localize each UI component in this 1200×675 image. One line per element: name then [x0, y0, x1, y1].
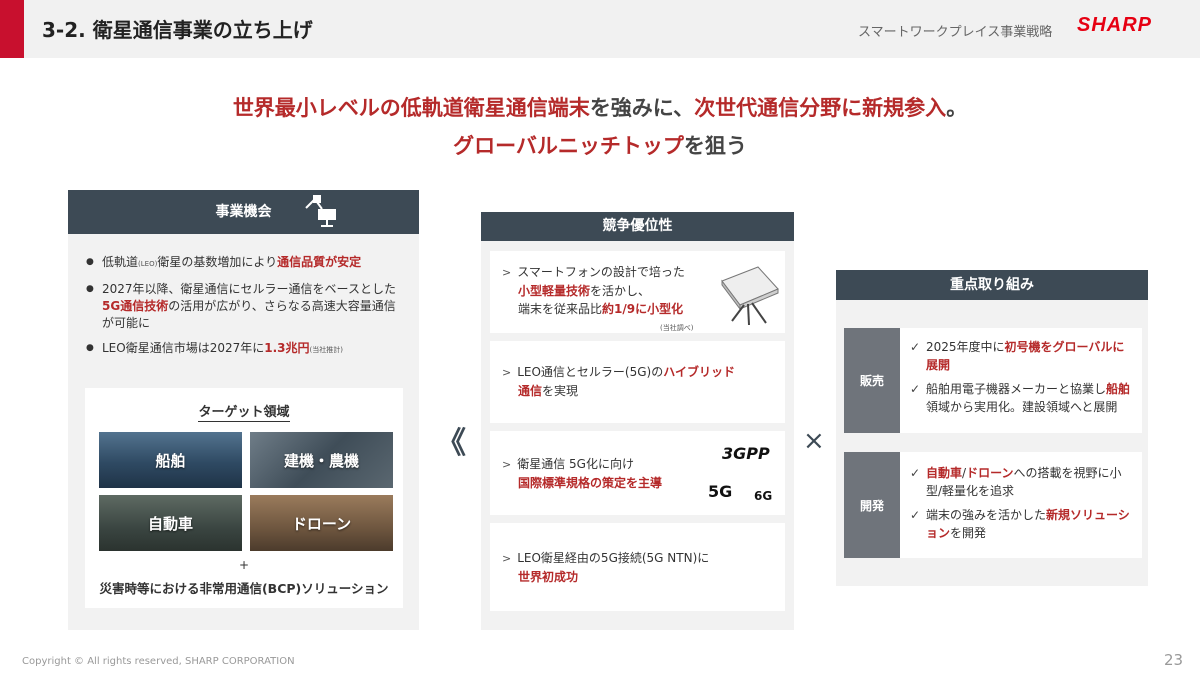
item-emphasis: 船舶: [1106, 382, 1131, 396]
satellite-dish-icon: [300, 194, 340, 246]
headline-emphasis: 世界最小レベルの低軌道衛星通信端末: [232, 96, 590, 120]
headline-text: を狙う: [683, 134, 747, 158]
header-accent: [0, 0, 24, 58]
headline-emphasis: グローバルニッチトップ: [453, 134, 684, 158]
item-text: 2025年度中に: [926, 340, 1005, 354]
headline-line1: 世界最小レベルの低軌道衛星通信端末を強みに、次世代通信分野に新規参入。: [0, 92, 1200, 122]
item-emphasis: ドローン: [966, 466, 1014, 480]
card-emphasis: ハイブリッド: [663, 365, 735, 379]
target-tile-ship: 船舶: [99, 432, 242, 488]
card-emphasis: 国際標準規格の策定を主導: [518, 476, 663, 490]
sales-list: 2025年度中に初号機をグローバルに展開 船舶用電子機器メーカーと協業し船舶領域…: [908, 338, 1136, 416]
list-item: 2025年度中に初号機をグローバルに展開: [908, 338, 1136, 374]
advantage-card-1: > スマートフォンの設計で培った 小型軽量技術を活かし、 端末を従来品比約1/9に…: [490, 251, 785, 333]
list-item: LEO衛星通信市場は2027年に1.3兆円(当社推計): [86, 340, 406, 359]
card-text: を活かし、: [590, 284, 651, 298]
bullet-text: 衛星の基数増加により: [157, 255, 278, 269]
chevron-right-icon: >: [502, 458, 512, 471]
tile-label: 船舶: [155, 451, 186, 470]
advantage-card-3: > 衛星通信 5G化に向け 国際標準規格の策定を主導 3GPP 5G 6G: [490, 431, 785, 515]
headline-text: 。: [946, 96, 968, 120]
6g-logo: 6G: [754, 489, 773, 503]
satellite-terminal-image: [721, 266, 779, 326]
bullet-text: 2027年以降、衛星通信にセルラー通信をベースとした: [102, 282, 396, 296]
target-tile-drone: ドローン: [250, 495, 393, 551]
opportunity-header: 事業機会: [68, 190, 419, 234]
advantage-card-4: > LEO衛星経由の5G接続(5G NTN)に 世界初成功: [490, 523, 785, 611]
bullet-text: 低軌道: [102, 255, 139, 269]
item-text: 領域から実用化。建設領域へと展開: [926, 400, 1118, 414]
target-title-text: ターゲット領域: [198, 405, 290, 422]
development-label: 開発: [844, 452, 900, 558]
target-title: ターゲット領域: [85, 401, 403, 422]
focus-title: 重点取り組み: [950, 277, 1034, 293]
bullet-text: LEO衛星通信市場は2027年に: [102, 341, 265, 355]
headline-line2: グローバルニッチトップを狙う: [0, 130, 1200, 160]
card-text: を実現: [542, 384, 579, 398]
card-emphasis: 通信: [518, 384, 543, 398]
list-item: 端末の強みを活かした新規ソリューションを開発: [908, 506, 1136, 542]
opportunity-bullets: 低軌道(LEO)衛星の基数増加により通信品質が安定 2027年以降、衛星通信にセ…: [86, 254, 406, 367]
tile-label: 建機・農機: [283, 451, 359, 470]
card-note: (当社調べ): [660, 324, 694, 332]
bullet-note: (当社推計): [309, 346, 343, 354]
headline-text: を強みに、: [589, 96, 695, 120]
bullet-note: (LEO): [138, 260, 158, 268]
cross-icon: ×: [803, 426, 825, 456]
list-item: 船舶用電子機器メーカーと協業し船舶領域から実用化。建設領域へと展開: [908, 380, 1136, 416]
headline-emphasis: 次世代通信分野に新規参入: [694, 96, 947, 120]
focus-panel: 重点取り組み 販売 2025年度中に初号機をグローバルに展開 船舶用電子機器メー…: [836, 270, 1148, 586]
list-item: 2027年以降、衛星通信にセルラー通信をベースとした5G通信技術の活用が広がり、…: [86, 281, 406, 332]
sales-card: 2025年度中に初号機をグローバルに展開 船舶用電子機器メーカーと協業し船舶領域…: [900, 328, 1142, 433]
item-text: 船舶用電子機器メーカーと協業し: [926, 382, 1107, 396]
target-box: ターゲット領域 船舶 建機・農機 自動車 ドローン + 災害時等における非常用通…: [85, 388, 403, 608]
opportunity-title: 事業機会: [215, 204, 272, 220]
plus-sign: +: [238, 558, 250, 572]
chevron-left-icon: 《: [436, 426, 466, 461]
target-tile-car: 自動車: [99, 495, 242, 551]
item-text: を開発: [950, 526, 987, 540]
target-tile-machinery: 建機・農機: [250, 432, 393, 488]
copyright: Copyright © All rights reserved, SHARP C…: [22, 656, 295, 667]
opportunity-panel: 事業機会 低軌道(LEO)衛星の基数増加により通信品質が安定 2027年以降、衛…: [68, 190, 419, 630]
bcp-text: 災害時等における非常用通信(BCP)ソリューション: [99, 581, 389, 596]
card-text: 端末を従来品比: [518, 302, 603, 316]
header-subtitle: スマートワークプレイス事業戦略: [858, 25, 1053, 40]
tile-label: 自動車: [147, 514, 193, 533]
advantage-panel: 競争優位性 > スマートフォンの設計で培った 小型軽量技術を活かし、 端末を従来品…: [481, 212, 794, 630]
chevron-right-icon: >: [502, 266, 512, 279]
bullet-emphasis: 通信品質が安定: [277, 255, 362, 269]
list-item: 低軌道(LEO)衛星の基数増加により通信品質が安定: [86, 254, 406, 273]
sales-label: 販売: [844, 328, 900, 433]
page-number: 23: [1164, 651, 1184, 669]
card-text: LEO衛星経由の5G接続(5G NTN)に: [517, 551, 710, 565]
development-card: 自動車/ドローンへの搭載を視野に小型/軽量化を追求 端末の強みを活かした新規ソリ…: [900, 452, 1142, 558]
focus-header: 重点取り組み: [836, 270, 1148, 300]
card-text: 衛星通信 5G化に向け: [517, 457, 634, 471]
card-emphasis: 小型軽量技術: [518, 284, 591, 298]
chevron-right-icon: >: [502, 552, 512, 565]
sharp-logo: SHARP: [1077, 14, 1153, 36]
development-list: 自動車/ドローンへの搭載を視野に小型/軽量化を追求 端末の強みを活かした新規ソリ…: [908, 464, 1136, 542]
bullet-emphasis: 5G通信技術: [102, 299, 169, 313]
card-text: スマートフォンの設計で培った: [517, 265, 685, 279]
slide-title: 3-2. 衛星通信事業の立ち上げ: [42, 18, 313, 42]
advantage-card-2: > LEO通信とセルラー(5G)のハイブリッド 通信を実現: [490, 341, 785, 423]
advantage-header: 競争優位性: [481, 212, 794, 241]
list-item: 自動車/ドローンへの搭載を視野に小型/軽量化を追求: [908, 464, 1136, 500]
card-emphasis: 約1/9に小型化: [602, 302, 684, 316]
bullet-emphasis: 1.3兆円: [264, 341, 310, 355]
card-emphasis: 世界初成功: [518, 570, 579, 584]
3gpp-logo: 3GPP: [722, 444, 770, 463]
advantage-title: 競争優位性: [602, 218, 673, 234]
chevron-right-icon: >: [502, 366, 512, 379]
tile-label: ドローン: [291, 514, 352, 533]
item-text: 端末の強みを活かした: [926, 508, 1047, 522]
item-emphasis: 自動車: [926, 466, 963, 480]
card-text: LEO通信とセルラー(5G)の: [517, 365, 664, 379]
5g-logo: 5G: [708, 482, 733, 501]
